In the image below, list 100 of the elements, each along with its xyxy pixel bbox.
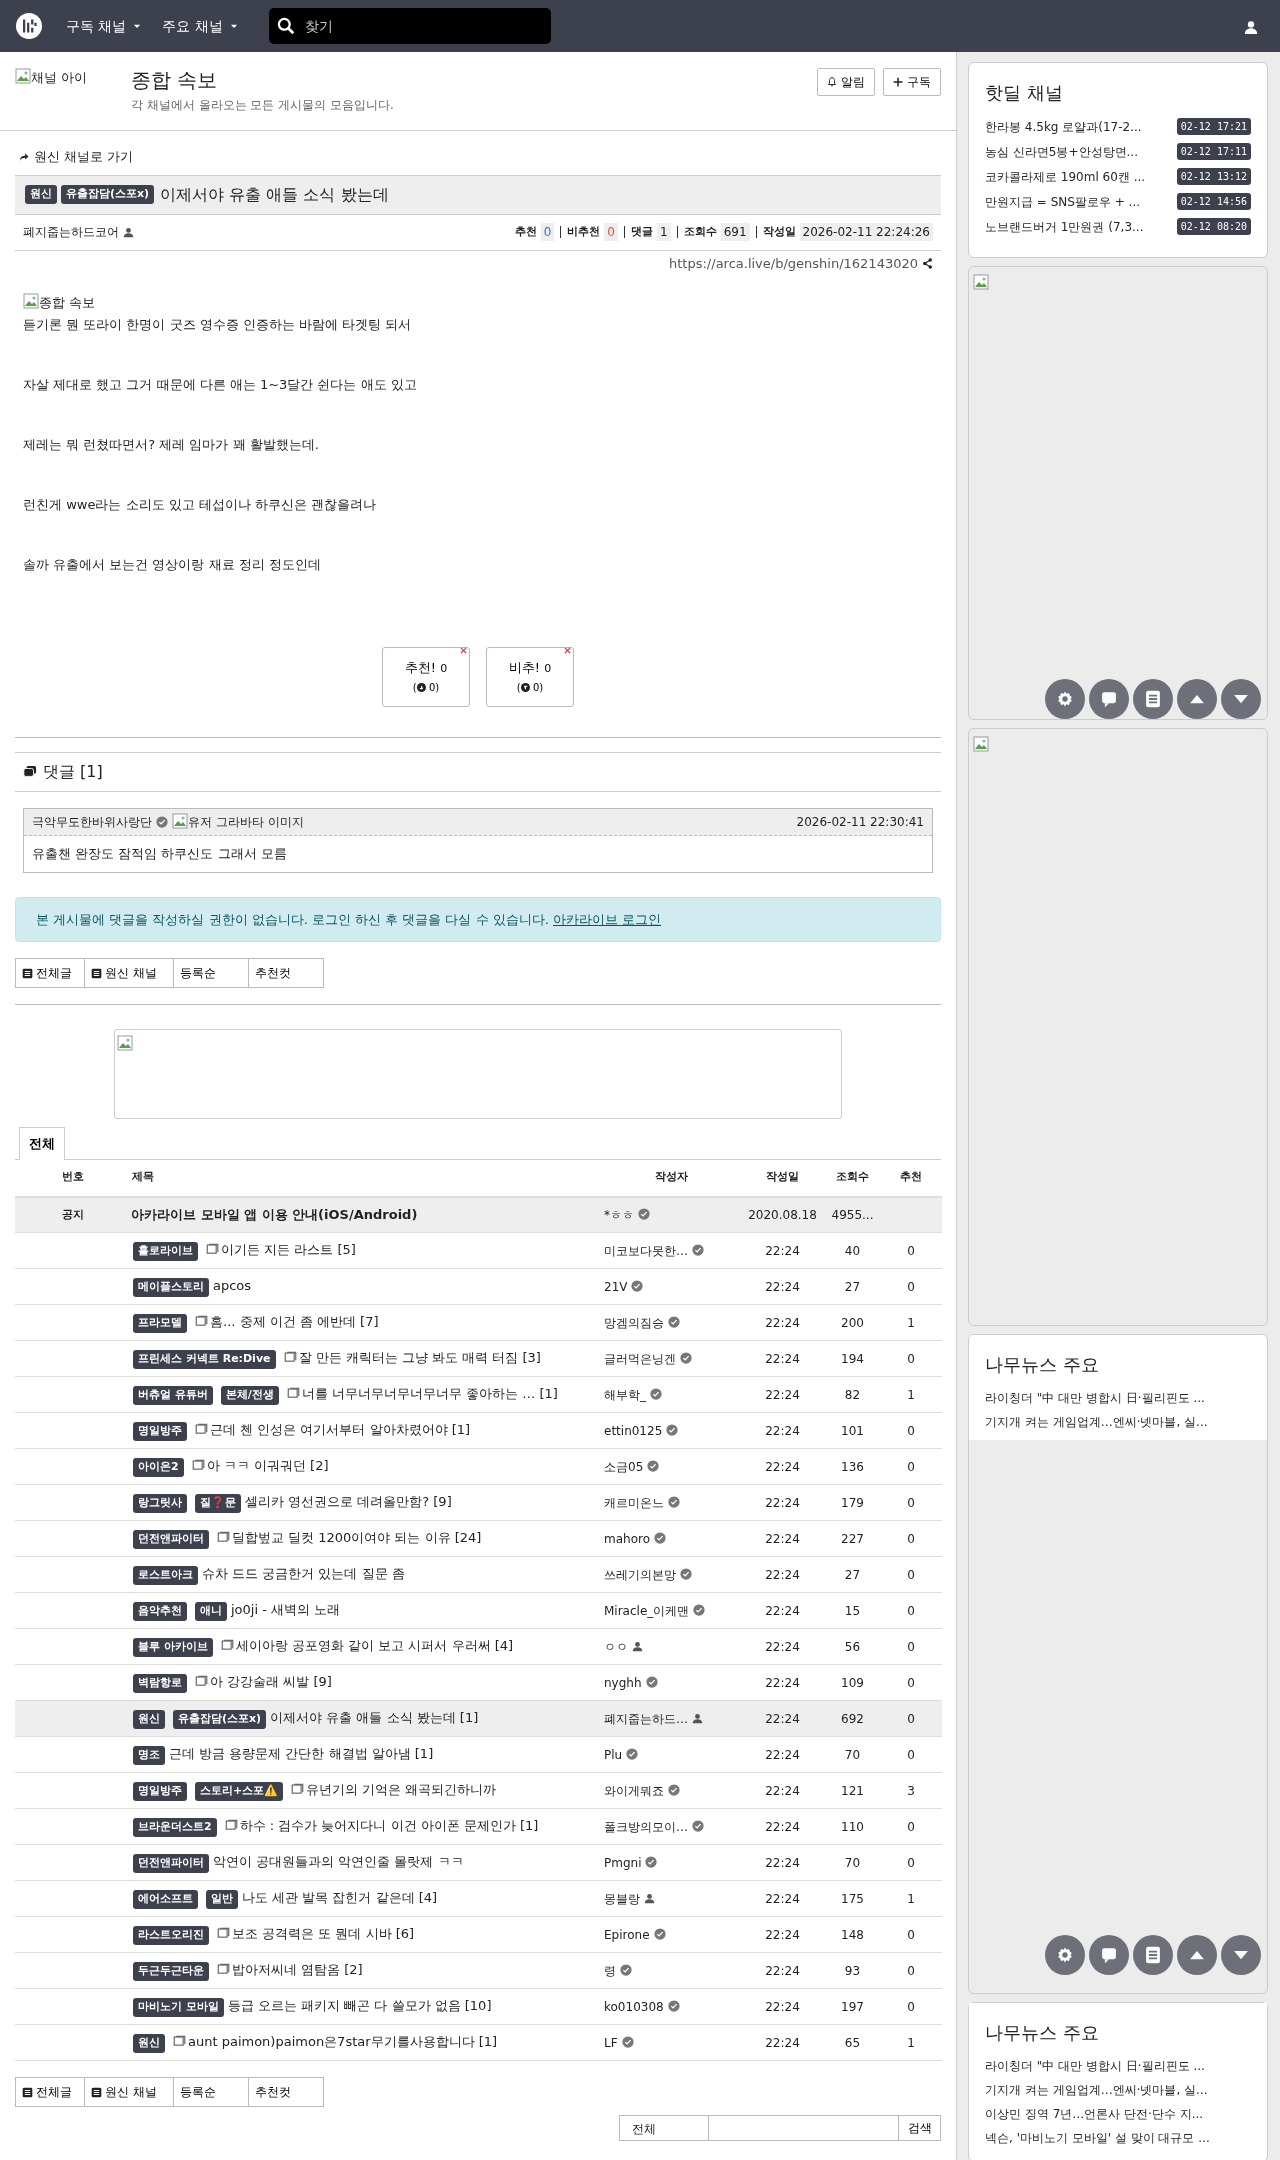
- upvote-button[interactable]: 추천! 0 ( 0): [382, 646, 470, 707]
- verified-icon: [156, 815, 168, 828]
- post-title[interactable]: 나도 세관 발목 잡힌거 같은데 [4]: [242, 1890, 438, 1906]
- comments-icon: [23, 764, 37, 779]
- settings-button[interactable]: [1045, 679, 1085, 719]
- hotdeal-link[interactable]: 만원지급 = SNS팔로우 + ...: [985, 192, 1141, 211]
- post-title[interactable]: 딜합벞교 딜컷 1200이여야 되는 이유 [24]: [232, 1530, 482, 1546]
- post-title[interactable]: 흠... 중제 이건 좀 에반데 [7]: [210, 1314, 379, 1330]
- filter-button[interactable]: 원신 채널: [84, 2077, 174, 2107]
- view-count: 197: [841, 1999, 864, 2014]
- post-author: 소금05: [604, 1459, 644, 1474]
- search-button[interactable]: 검색: [899, 2115, 941, 2141]
- post-title[interactable]: 잘 만든 캐릭터는 그냥 봐도 매력 터짐 [3]: [298, 1350, 541, 1366]
- post-title[interactable]: 등급 오르는 패키지 빼곤 다 쓸모가 없음 [10]: [227, 1998, 492, 2014]
- view-count: 27: [844, 1279, 861, 1294]
- post-title[interactable]: 슈차 드드 궁금한거 있는데 질문 좀: [202, 1566, 405, 1582]
- post-title[interactable]: 보조 공격력은 또 뭔데 시바 [6]: [232, 1926, 415, 1942]
- share-arrow-icon: [19, 151, 29, 162]
- hotdeal-link[interactable]: 농심 신라면5봉+안성탕면...: [985, 142, 1138, 161]
- downvote-button[interactable]: 비추! 0 ( 0): [486, 646, 574, 707]
- post-title[interactable]: 악연이 공대원들과의 악연인줄 몰랏제 ㅋㅋ: [213, 1854, 464, 1870]
- post-author: 캐르미온느: [604, 1495, 664, 1510]
- comments-button[interactable]: [1089, 679, 1129, 719]
- bell-icon: [827, 77, 837, 87]
- filter-button[interactable]: 원신 채널: [84, 958, 174, 988]
- category-tag: 본체/전생: [220, 1386, 279, 1405]
- vote-count: 1: [907, 2035, 915, 2050]
- category-tag: 버츄얼 유튜버: [133, 1386, 213, 1405]
- news-link[interactable]: 라이칭더 "中 대만 병합시 日·필리핀도 ...: [985, 2054, 1251, 2078]
- list-button[interactable]: [1133, 1935, 1173, 1975]
- post-title[interactable]: 밥아저씨네 염탐옴 [2]: [232, 1962, 363, 1978]
- hotdeal-link[interactable]: 노브랜드버거 1만원권 (7,3...: [985, 217, 1144, 236]
- news-link[interactable]: 넥슨, '마비노기 모바일' 설 맞이 대규모 ...: [985, 2126, 1251, 2150]
- post-date: 22:24: [765, 1639, 800, 1654]
- post-title[interactable]: jo0ji - 새벽의 노래: [231, 1602, 341, 1618]
- filter-button[interactable]: 추천컷: [248, 2077, 324, 2107]
- category-tag: 원신: [25, 185, 57, 204]
- post-title[interactable]: 아 강강술래 씨발 [9]: [210, 1674, 332, 1690]
- post-title[interactable]: aunt paimon)paimon은7star무기를사용합니다 [1]: [188, 2034, 498, 2050]
- menu-dropdown[interactable]: 주요 채널: [156, 15, 245, 37]
- channel-description: 각 채널에서 올라오는 모든 게시물의 모음입니다.: [131, 97, 395, 114]
- search-field[interactable]: 찾기: [268, 8, 551, 44]
- login-link[interactable]: 아카라이브 로그인: [553, 911, 662, 927]
- post-title[interactable]: apcos: [213, 1278, 252, 1294]
- search-icon: [276, 17, 295, 35]
- filter-button[interactable]: 추천컷: [248, 958, 324, 988]
- vote-count: 0: [907, 1603, 915, 1618]
- vote-count: 0: [907, 1567, 915, 1582]
- filter-button[interactable]: 등록순: [173, 958, 249, 988]
- stat-label: 작성일: [762, 223, 796, 240]
- view-count: 65: [844, 2035, 861, 2050]
- news-link[interactable]: 이상민 징역 7년…언론사 단전·단수 지...: [985, 2102, 1251, 2126]
- vote-count: 1: [907, 1315, 915, 1330]
- filter-button[interactable]: 등록순: [173, 2077, 249, 2107]
- broken-image-icon: [973, 273, 989, 290]
- view-count: 227: [841, 1531, 864, 1546]
- vote-count: 0: [907, 1351, 915, 1366]
- post-author: mahoro: [604, 1531, 650, 1546]
- board-tab[interactable]: 전체: [19, 1127, 65, 1160]
- list-button[interactable]: [1133, 679, 1173, 719]
- scroll-up-button[interactable]: [1177, 1935, 1217, 1975]
- view-count: 4955...: [831, 1207, 874, 1222]
- category-tag: 음악추천: [133, 1602, 187, 1621]
- post-author: 폴크방의모이…: [604, 1819, 688, 1834]
- view-count: 175: [841, 1891, 864, 1906]
- hotdeal-link[interactable]: 코카콜라제로 190ml 60캔 ...: [985, 167, 1146, 186]
- post-title[interactable]: 유년기의 기억은 왜곡되긴하니까: [306, 1782, 497, 1798]
- post-title[interactable]: 아 ㅋㅋ 이궈궈던 [2]: [206, 1458, 329, 1474]
- post-title[interactable]: 세이아랑 공포영화 같이 보고 시퍼서 우러써 [4]: [235, 1638, 514, 1654]
- post-title[interactable]: 셀리카 영선권으로 데려올만함? [9]: [245, 1494, 452, 1510]
- scroll-down-button[interactable]: [1221, 1935, 1261, 1975]
- filter-button[interactable]: 전체글: [15, 2077, 85, 2107]
- search-scope-select[interactable]: 전체: [619, 2115, 709, 2141]
- stat-value: 0: [604, 223, 618, 241]
- post-title[interactable]: 이제서야 유출 애들 소식 봤는데 [1]: [270, 1710, 479, 1726]
- comments-button[interactable]: [1089, 1935, 1129, 1975]
- stat-value: 0: [540, 223, 555, 241]
- post-title[interactable]: 근데 첸 인성은 여기서부터 알아차렸어야 [1]: [210, 1422, 471, 1438]
- time-badge: 02-12 13:12: [1176, 168, 1251, 185]
- post-title[interactable]: 근데 방금 용량문제 간단한 해결법 알아냄 [1]: [169, 1746, 434, 1762]
- search-input[interactable]: [709, 2115, 899, 2141]
- vote-count: 0: [907, 1819, 915, 1834]
- hotdeal-link[interactable]: 한라봉 4.5kg 로얄과(17-2...: [985, 117, 1142, 136]
- news-link[interactable]: 기지개 켜는 게임업계…엔씨·넷마블, 실...: [985, 2078, 1251, 2102]
- subscribe-button[interactable]: 구독: [883, 68, 941, 96]
- comment-author: 극악무도한바위사랑단: [32, 813, 152, 831]
- view-count: 40: [844, 1243, 861, 1258]
- post-title[interactable]: 이기든 지든 라스트 [5]: [221, 1242, 356, 1258]
- vote-count: 0: [907, 1459, 915, 1474]
- news-link[interactable]: 기지개 켜는 게임업계…엔씨·넷마블, 실...: [985, 1410, 1251, 1434]
- scroll-down-button[interactable]: [1221, 679, 1261, 719]
- filter-button[interactable]: 전체글: [15, 958, 85, 988]
- scroll-up-button[interactable]: [1177, 679, 1217, 719]
- notify-button[interactable]: 알림: [817, 68, 875, 96]
- post-title[interactable]: 너를 너무너무너무너무너무 좋아하는 … [1]: [301, 1386, 558, 1402]
- menu-dropdown[interactable]: 구독 채널: [60, 15, 149, 37]
- back-link[interactable]: 원신 채널로 가기: [19, 147, 134, 167]
- news-link[interactable]: 라이칭더 "中 대만 병합시 日·필리핀도 ...: [985, 1386, 1251, 1410]
- post-title[interactable]: 하수 : 검수가 늦어지다니 이건 아이폰 문제인가 [1]: [239, 1818, 539, 1834]
- settings-button[interactable]: [1045, 1935, 1085, 1975]
